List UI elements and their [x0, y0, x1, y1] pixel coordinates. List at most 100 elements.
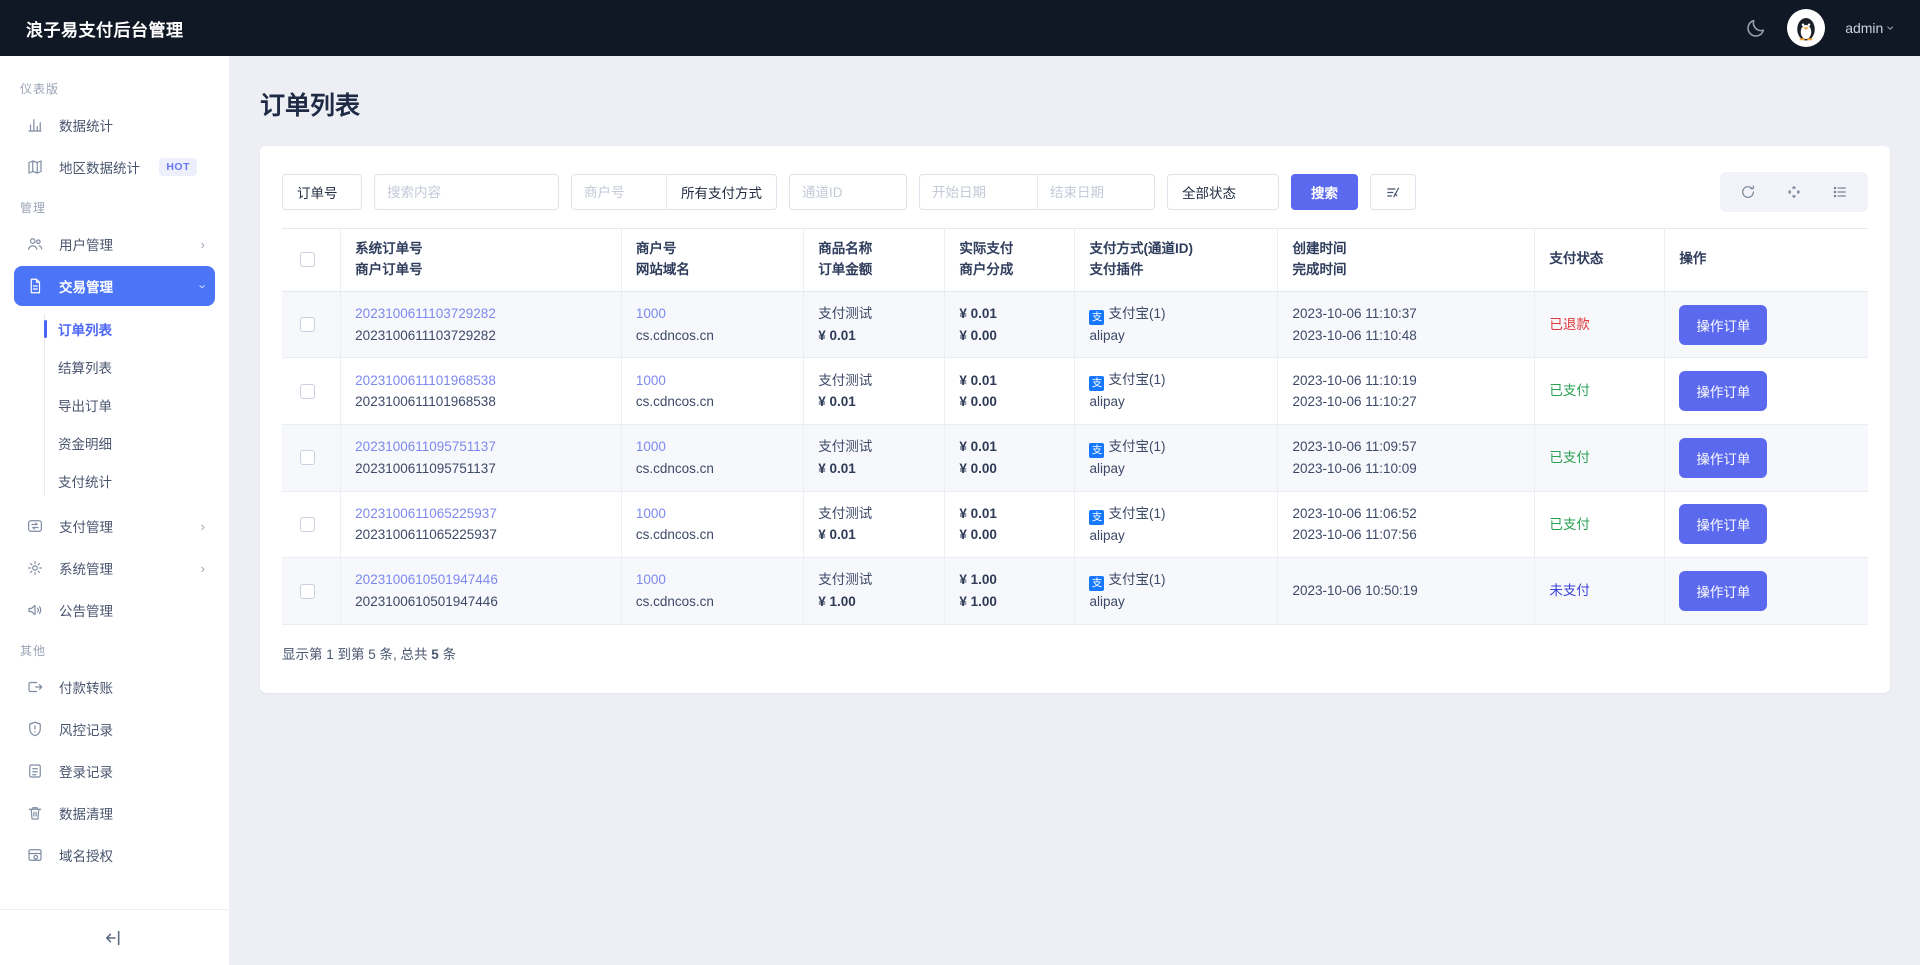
doc-icon [26, 761, 46, 781]
operate-order-button[interactable]: 操作订单 [1679, 371, 1768, 412]
transfer-icon [26, 516, 46, 536]
column-header: 系统订单号 商户订单号 [340, 228, 622, 292]
sidebar-subitem[interactable]: 订单列表 [44, 310, 215, 348]
order-amount: ¥ 0.01 [818, 394, 856, 410]
order-amount: ¥ 0.01 [818, 527, 856, 543]
table-row: 2023100611101968538 2023100611101968538 10… [282, 357, 1868, 426]
sidebar-footer [0, 909, 229, 965]
sidebar-item-doc[interactable]: 登录记录 [14, 751, 215, 791]
sidebar-item-shield[interactable]: 风控记录 [14, 709, 215, 749]
pay-method: 支支付宝(1) [1089, 436, 1263, 459]
order-amount: ¥ 1.00 [818, 594, 856, 610]
avatar[interactable] [1787, 9, 1826, 47]
system-order-link[interactable]: 2023100610501947446 [355, 569, 607, 591]
merchant-order-no: 2023100611101968538 [355, 394, 496, 410]
dark-mode-icon[interactable] [1745, 17, 1767, 39]
product-name: 支付测试 [818, 372, 873, 388]
app-title: 浪子易支付后台管理 [26, 20, 184, 40]
start-date-input[interactable] [919, 174, 1037, 210]
system-order-link[interactable]: 2023100611101968538 [355, 370, 607, 392]
column-header: 创建时间 完成时间 [1277, 228, 1536, 292]
column-header: 支付状态 [1534, 228, 1666, 292]
column-header: 商品名称 订单金额 [803, 228, 946, 292]
merchant-order-no: 2023100611065225937 [355, 527, 497, 543]
status-select[interactable]: 全部状态 [1167, 174, 1279, 210]
sidebar-subitem[interactable]: 结算列表 [58, 348, 215, 386]
map-icon [26, 157, 46, 177]
user-menu[interactable]: admin › [1845, 20, 1899, 36]
sidebar-item-gear[interactable]: 系统管理 › [14, 548, 215, 588]
sidebar-subitem[interactable]: 导出订单 [58, 386, 215, 424]
pay-plugin: alipay [1089, 594, 1125, 610]
merchant-id-link[interactable]: 1000 [636, 303, 789, 325]
fullscreen-icon[interactable] [1774, 176, 1814, 208]
system-order-link[interactable]: 2023100611095751137 [355, 436, 607, 458]
page-title: 订单列表 [260, 92, 361, 120]
merchant-order-no: 2023100611095751137 [355, 460, 496, 476]
operate-order-button[interactable]: 操作订单 [1679, 437, 1768, 478]
filter-icon-button[interactable] [1370, 174, 1416, 210]
sidebar-item-trash[interactable]: 数据清理 [14, 793, 215, 833]
completed-time: 2023-10-06 11:10:09 [1292, 460, 1417, 476]
paid-amount: ¥ 0.01 [959, 439, 997, 455]
order-type-select[interactable]: 订单号 [282, 174, 362, 210]
collapse-sidebar-icon[interactable] [104, 927, 126, 949]
column-header: 商户号 网站域名 [621, 228, 805, 292]
sidebar-item-users[interactable]: 用户管理 › [14, 224, 215, 264]
refresh-icon[interactable] [1728, 176, 1768, 208]
sidebar-item-chart[interactable]: 数据统计 [14, 105, 215, 145]
operate-order-button[interactable]: 操作订单 [1679, 304, 1768, 345]
operate-order-button[interactable]: 操作订单 [1679, 571, 1768, 612]
system-order-link[interactable]: 2023100611065225937 [355, 503, 607, 525]
row-checkbox[interactable] [300, 317, 315, 333]
sidebar-item-send[interactable]: 付款转账 [14, 667, 215, 707]
sidebar-item-browser[interactable]: 域名授权 [14, 835, 215, 875]
merchant-id-input[interactable] [571, 174, 666, 210]
sidebar-item-file[interactable]: 交易管理 › [14, 266, 215, 306]
status-badge: 已退款 [1549, 316, 1590, 332]
row-checkbox[interactable] [300, 450, 315, 466]
paid-amount: ¥ 1.00 [959, 572, 997, 588]
sidebar-subitem[interactable]: 资金明细 [58, 424, 215, 462]
end-date-input[interactable] [1037, 174, 1155, 210]
merchant-id-link[interactable]: 1000 [636, 503, 789, 525]
row-checkbox[interactable] [300, 383, 315, 399]
columns-icon[interactable] [1820, 176, 1860, 208]
sidebar-item-label: 域名授权 [59, 849, 113, 864]
sidebar-item-label: 支付管理 [59, 520, 113, 535]
paid-amount: ¥ 0.01 [959, 306, 997, 322]
merchant-id-link[interactable]: 1000 [636, 436, 789, 458]
trash-icon [26, 803, 46, 823]
completed-time: 2023-10-06 11:10:27 [1292, 394, 1417, 410]
system-order-link[interactable]: 2023100611103729282 [355, 303, 607, 325]
sidebar-item-label: 付款转账 [59, 681, 113, 696]
sidebar-item-label: 风控记录 [59, 723, 113, 738]
operate-order-button[interactable]: 操作订单 [1679, 504, 1768, 545]
merchant-id-link[interactable]: 1000 [636, 370, 789, 392]
pay-plugin: alipay [1089, 527, 1125, 543]
paid-amount: ¥ 0.01 [959, 505, 997, 521]
pay-method-select[interactable]: 所有支付方式 [666, 174, 777, 210]
sidebar-nav: 仪表版 数据统计 地区数据统计 HOT 管理 用户管理 › 交易管理 › 订单列表 结算列表 导出订单… [0, 56, 229, 909]
orders-table: 系统订单号 商户订单号 商户号 网站域名 商品名称 订单金额 实际支付 商户分成 支付方式(通道… [282, 228, 1868, 625]
column-header: 实际支付 商户分成 [944, 228, 1076, 292]
channel-id-input[interactable] [789, 174, 907, 210]
pay-method: 支支付宝(1) [1089, 303, 1263, 325]
select-all-checkbox[interactable] [300, 252, 315, 268]
table-row: 2023100611095751137 2023100611095751137 10… [282, 424, 1868, 492]
file-icon [26, 276, 46, 296]
sidebar-item-map[interactable]: 地区数据统计 HOT [14, 147, 215, 187]
users-icon [26, 234, 46, 254]
column-header: 操作 [1664, 228, 1868, 292]
table-row: 2023100611103729282 2023100611103729282 10… [282, 291, 1868, 359]
row-checkbox[interactable] [300, 583, 315, 599]
search-input[interactable] [374, 174, 559, 210]
row-checkbox[interactable] [300, 516, 315, 532]
created-time: 2023-10-06 11:10:37 [1292, 306, 1417, 322]
merchant-id-link[interactable]: 1000 [636, 569, 789, 591]
sidebar-item-transfer[interactable]: 支付管理 › [14, 506, 215, 546]
orders-card: 订单号 所有支付方式 全部状态 搜索 [260, 146, 1890, 693]
sidebar-item-speaker[interactable]: 公告管理 [14, 590, 215, 630]
sidebar-subitem[interactable]: 支付统计 [58, 462, 215, 500]
search-button[interactable]: 搜索 [1291, 174, 1358, 210]
